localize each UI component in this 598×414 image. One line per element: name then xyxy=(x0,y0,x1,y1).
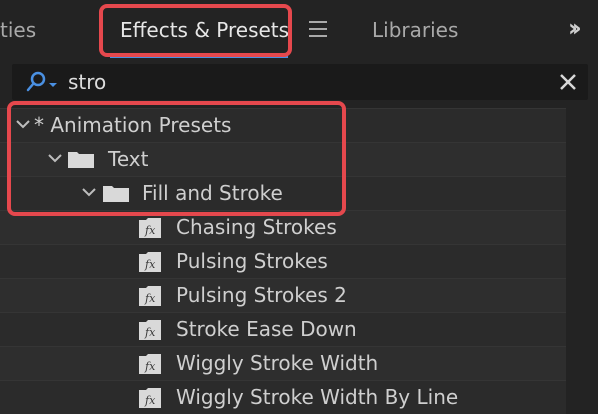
scrollbar-track[interactable] xyxy=(566,108,598,414)
svg-text:fx: fx xyxy=(144,292,156,305)
svg-text:fx: fx xyxy=(144,258,156,271)
preset-row[interactable]: fx Stroke Ease Down xyxy=(0,312,598,346)
preset-label: Pulsing Strokes 2 xyxy=(176,283,347,307)
chevron-down-icon[interactable] xyxy=(14,115,32,133)
effects-tree: * Animation Presets Text Fill and Stroke… xyxy=(0,108,598,414)
preset-row[interactable]: fx Pulsing Strokes xyxy=(0,244,598,278)
folder-icon xyxy=(68,152,94,168)
svg-text:fx: fx xyxy=(144,360,156,373)
chevron-down-icon[interactable] xyxy=(46,149,64,167)
search-input[interactable]: stro xyxy=(68,64,106,100)
svg-text:fx: fx xyxy=(144,394,156,407)
tree-label-fill-and-stroke: Fill and Stroke xyxy=(142,181,283,205)
tree-row-animation-presets[interactable]: * Animation Presets xyxy=(0,108,598,142)
animation-preset-icon: fx xyxy=(139,354,161,374)
preset-label: Chasing Strokes xyxy=(176,215,337,239)
svg-text:fx: fx xyxy=(144,326,156,339)
tree-row-text[interactable]: Text xyxy=(0,142,598,176)
tree-label-text: Text xyxy=(108,147,149,171)
preset-row[interactable]: fx Pulsing Strokes 2 xyxy=(0,278,598,312)
tree-label-animation-presets: * Animation Presets xyxy=(34,113,232,137)
tab-properties[interactable]: ties xyxy=(0,0,36,60)
preset-row[interactable]: fx Wiggly Stroke Width xyxy=(0,346,598,380)
active-tab-indicator xyxy=(110,55,288,58)
animation-preset-icon: fx xyxy=(139,320,161,340)
folder-icon xyxy=(103,186,129,202)
panel-menu-icon[interactable] xyxy=(309,21,327,39)
preset-label: Wiggly Stroke Width xyxy=(176,351,379,375)
animation-preset-icon: fx xyxy=(139,286,161,306)
search-bar[interactable]: stro xyxy=(12,64,588,100)
animation-preset-icon: fx xyxy=(139,218,161,238)
animation-preset-icon: fx xyxy=(139,388,161,408)
preset-label: Stroke Ease Down xyxy=(176,317,357,341)
panel-tab-bar: ties Effects & Presets Libraries ›› xyxy=(0,0,598,60)
tree-row-fill-and-stroke[interactable]: Fill and Stroke xyxy=(0,176,598,210)
preset-label: Pulsing Strokes xyxy=(176,249,328,273)
svg-text:fx: fx xyxy=(144,224,156,237)
search-icon[interactable] xyxy=(26,70,66,94)
animation-preset-icon: fx xyxy=(139,252,161,272)
preset-row[interactable]: fx Wiggly Stroke Width By Line xyxy=(0,380,598,414)
preset-row[interactable]: fx Chasing Strokes xyxy=(0,210,598,244)
tab-libraries[interactable]: Libraries xyxy=(372,0,458,60)
clear-search-icon[interactable] xyxy=(556,70,580,94)
overflow-chevron-icon[interactable]: ›› xyxy=(568,14,582,42)
tab-effects-presets[interactable]: Effects & Presets xyxy=(120,0,289,60)
chevron-down-icon[interactable] xyxy=(80,183,98,201)
preset-label: Wiggly Stroke Width By Line xyxy=(176,385,459,409)
